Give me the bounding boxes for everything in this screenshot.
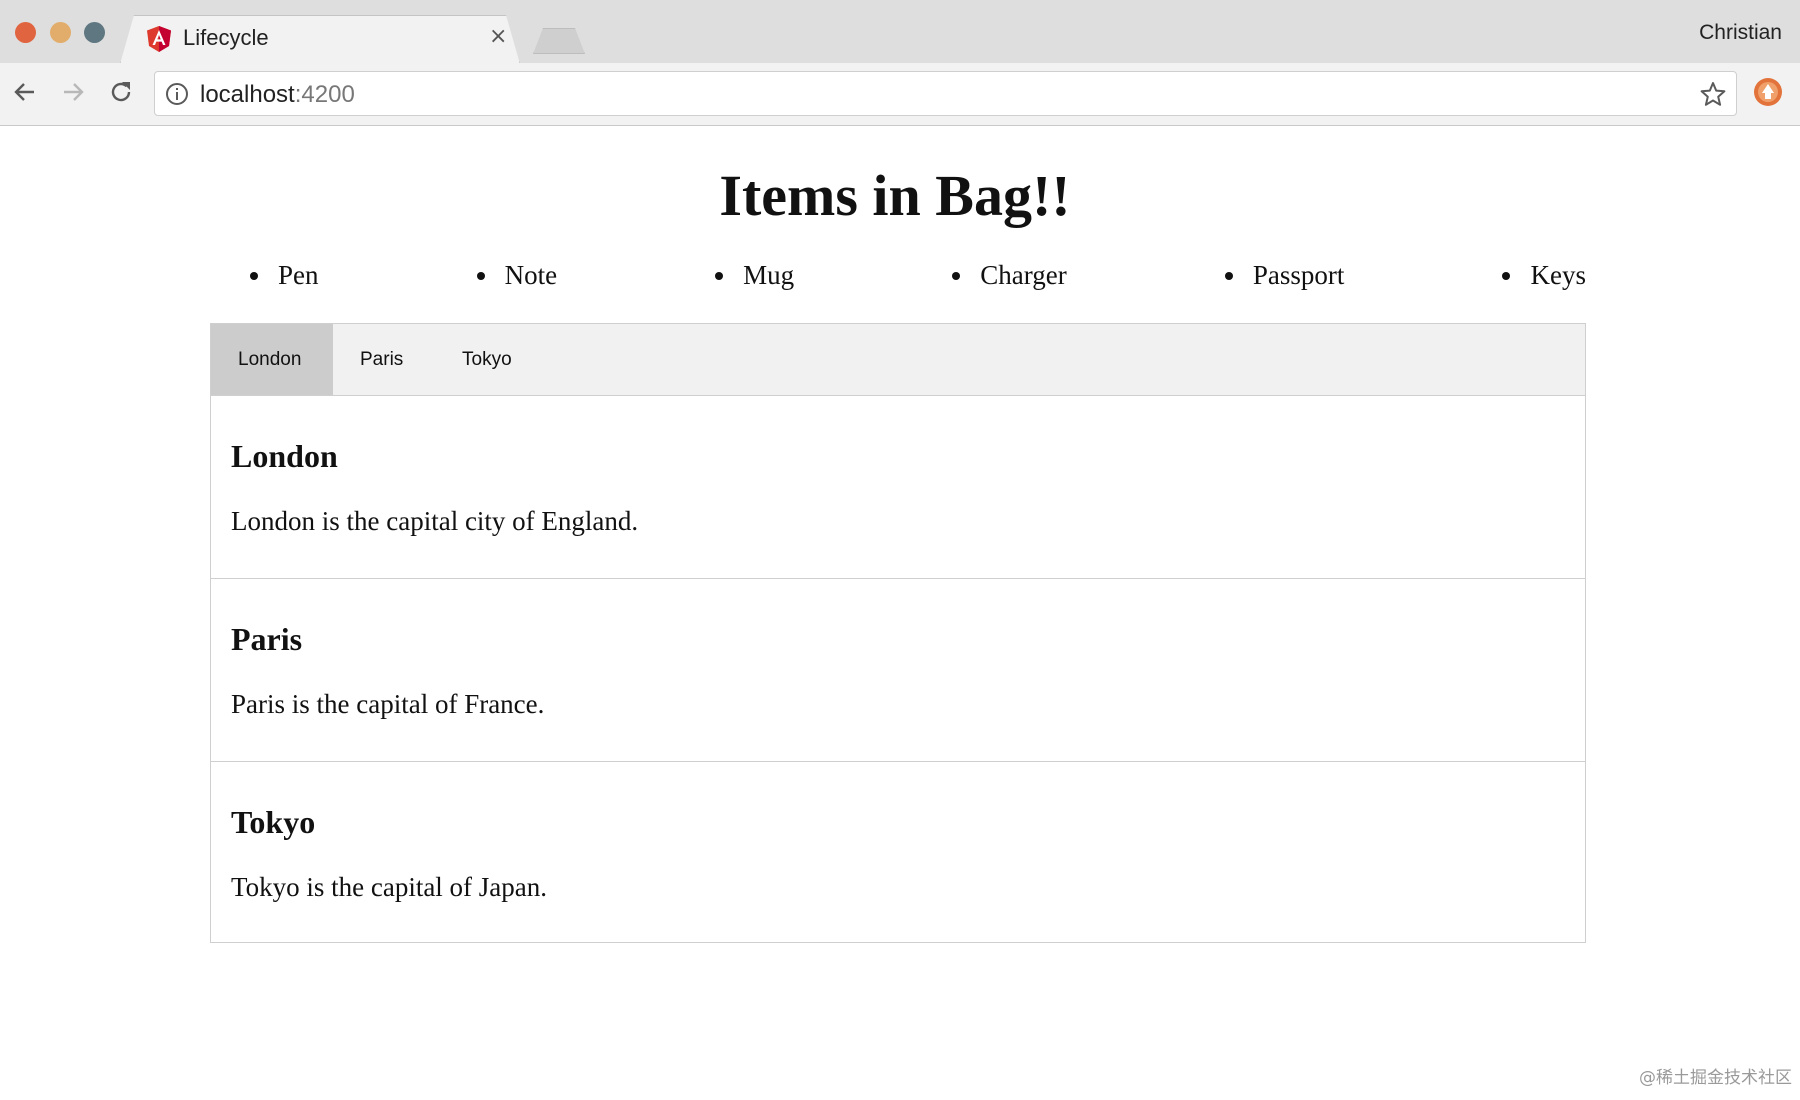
zoom-window-button[interactable] xyxy=(84,22,105,43)
reload-button[interactable] xyxy=(104,75,138,109)
panel-tokyo: Tokyo Tokyo is the capital of Japan. xyxy=(211,762,1585,945)
bag-item-label: Pen xyxy=(278,260,319,290)
close-tab-icon[interactable]: × xyxy=(489,24,507,49)
tab-tokyo[interactable]: Tokyo xyxy=(435,324,545,395)
angular-icon xyxy=(147,26,171,52)
panel-heading: Paris xyxy=(231,621,303,657)
minimize-window-button[interactable] xyxy=(50,22,71,43)
tab-paris[interactable]: Paris xyxy=(333,324,435,395)
city-tab-strip: London Paris Tokyo xyxy=(211,324,1585,396)
city-tabs-container: London Paris Tokyo London London is the … xyxy=(210,323,1586,943)
watermark: @稀土掘金技术社区 xyxy=(1639,1068,1792,1088)
browser-tab[interactable] xyxy=(120,15,520,64)
extension-icon[interactable] xyxy=(1752,76,1784,108)
list-item: Keys xyxy=(1462,260,1586,291)
info-icon[interactable] xyxy=(165,82,189,106)
panel-heading: Tokyo xyxy=(231,804,316,840)
list-item: Note xyxy=(437,260,557,291)
url-host: localhost xyxy=(200,81,295,108)
new-tab-button[interactable] xyxy=(533,28,585,54)
bullet-icon xyxy=(715,271,724,280)
url-port: :4200 xyxy=(294,81,355,108)
bag-item-label: Mug xyxy=(743,260,795,290)
list-item: Pen xyxy=(210,260,319,291)
bookmark-star-icon[interactable] xyxy=(1700,81,1726,107)
back-button[interactable] xyxy=(8,75,42,109)
list-item: Charger xyxy=(912,260,1067,291)
browser-tab-title: Lifecycle xyxy=(183,25,269,50)
bullet-icon xyxy=(250,271,258,280)
bag-item-label: Passport xyxy=(1252,260,1345,290)
bag-item-label: Keys xyxy=(1530,260,1586,290)
profile-name[interactable]: Christian xyxy=(1699,21,1782,45)
bag-item-label: Charger xyxy=(980,260,1067,290)
bullet-icon xyxy=(1502,271,1511,280)
page-title: Items in Bag!! xyxy=(719,163,1071,228)
tab-london[interactable]: London xyxy=(211,324,333,395)
close-window-button[interactable] xyxy=(15,22,36,43)
forward-button[interactable] xyxy=(56,75,90,109)
panel-text: Tokyo is the capital of Japan. xyxy=(231,872,548,902)
panel-london: London London is the capital city of Eng… xyxy=(211,396,1585,579)
bullet-icon xyxy=(952,271,961,280)
bullet-icon xyxy=(476,271,485,280)
bag-items-list: Pen Note Mug Charger Passport Keys xyxy=(210,260,1586,291)
reload-icon xyxy=(111,82,131,102)
arrow-left-icon xyxy=(14,83,34,101)
panel-text: London is the capital city of England. xyxy=(231,506,639,536)
panel-paris: Paris Paris is the capital of France. xyxy=(211,579,1585,762)
page-content: Items in Bag!! Pen Note Mug Charger Pass… xyxy=(0,127,1800,1100)
address-bar[interactable]: localhost:4200 xyxy=(154,71,1737,116)
browser-tab-bar: Lifecycle × Christian xyxy=(0,0,1800,63)
list-item: Mug xyxy=(675,260,794,291)
arrow-right-icon xyxy=(64,83,84,101)
browser-toolbar: localhost:4200 xyxy=(0,63,1800,126)
panel-text: Paris is the capital of France. xyxy=(231,689,545,719)
panel-heading: London xyxy=(231,438,338,474)
bullet-icon xyxy=(1224,271,1233,280)
bag-item-label: Note xyxy=(504,260,558,290)
list-item: Passport xyxy=(1185,260,1345,291)
url-text[interactable]: localhost:4200 xyxy=(200,81,355,109)
